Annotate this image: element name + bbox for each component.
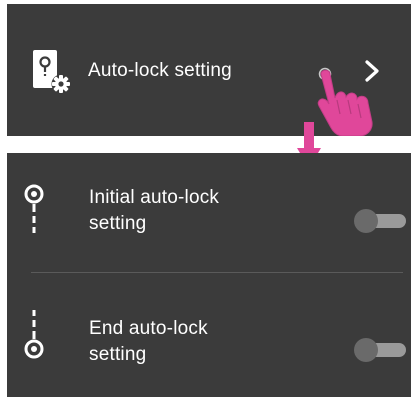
initial-auto-lock-label-line1: Initial auto-lock xyxy=(89,187,220,208)
toggle-knob xyxy=(354,338,378,362)
end-auto-lock-label: End auto-lock setting xyxy=(89,316,208,368)
divider xyxy=(31,272,403,273)
initial-lock-icon xyxy=(24,184,44,233)
auto-lock-setting-row[interactable]: Auto-lock setting xyxy=(7,4,411,136)
end-auto-lock-toggle[interactable] xyxy=(354,338,406,362)
end-auto-lock-label-line2: setting xyxy=(89,344,147,365)
initial-auto-lock-row: Initial auto-lock setting xyxy=(7,153,411,272)
initial-auto-lock-label-line2: setting xyxy=(89,213,147,234)
lock-gear-icon xyxy=(33,50,71,94)
end-lock-icon xyxy=(24,310,44,359)
end-auto-lock-row: End auto-lock setting xyxy=(7,274,411,397)
auto-lock-panel: Auto-lock setting xyxy=(7,4,411,136)
auto-lock-detail-panel: Initial auto-lock setting End auto-lock … xyxy=(7,153,411,397)
initial-auto-lock-toggle[interactable] xyxy=(354,209,406,233)
auto-lock-setting-label: Auto-lock setting xyxy=(88,60,232,81)
toggle-knob xyxy=(354,209,378,233)
end-auto-lock-label-line1: End auto-lock xyxy=(89,318,208,339)
initial-auto-lock-label: Initial auto-lock setting xyxy=(89,185,219,237)
